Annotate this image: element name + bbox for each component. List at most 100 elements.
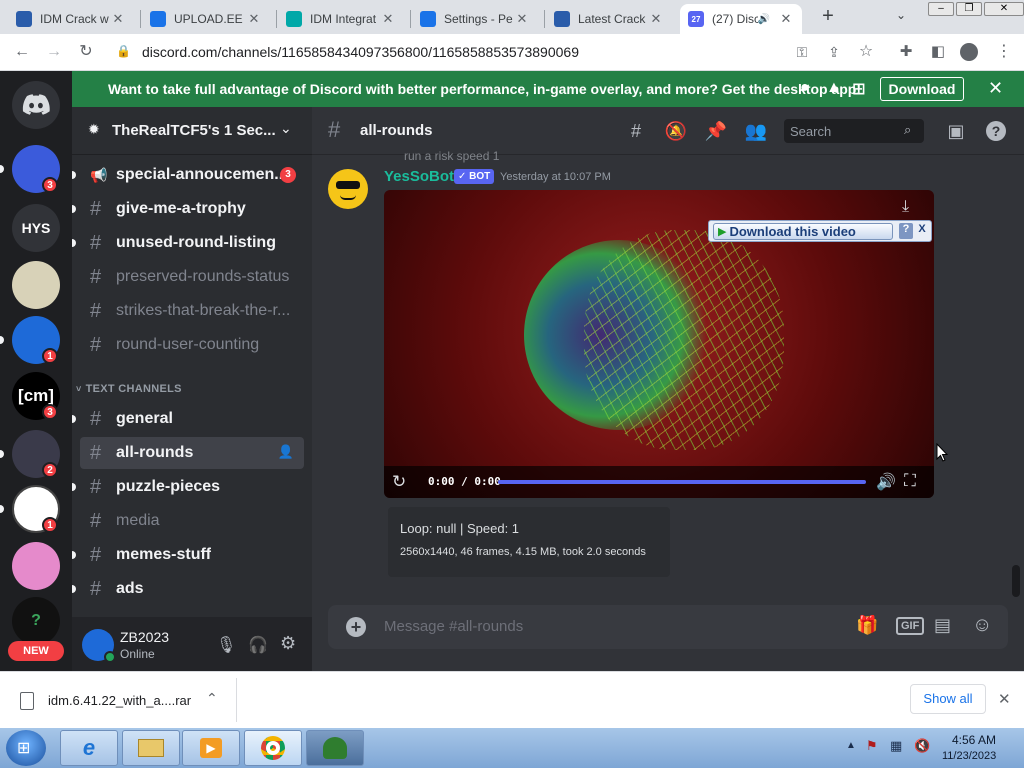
close-downloads-icon[interactable]: ✕ <box>998 690 1011 708</box>
message-composer[interactable]: + Message #all-rounds 🎁 GIF ▤ ☺ <box>328 605 1008 649</box>
video-download-icon[interactable]: ⤓ <box>902 198 909 216</box>
tab-audio-icon[interactable]: 🔊 <box>758 14 770 25</box>
channel-preserved-rounds-status[interactable]: # preserved-rounds-status <box>80 261 304 293</box>
download-app-button[interactable]: Download <box>880 77 964 101</box>
close-tab-icon[interactable]: ✕ <box>514 11 530 27</box>
profile-icon[interactable] <box>960 43 978 61</box>
channel-round-user-counting[interactable]: # round-user-counting <box>80 329 304 361</box>
file-explorer-icon[interactable] <box>122 730 180 766</box>
channel-special-annoucemen[interactable]: 📢 special-annoucemen... 3 <box>80 159 304 191</box>
discord-icon: 27 <box>688 11 704 27</box>
share-icon[interactable]: ⇪ <box>824 42 844 62</box>
channel-general[interactable]: # general <box>80 403 304 435</box>
volume-icon[interactable]: 🔊 <box>876 472 896 492</box>
bot-avatar[interactable] <box>328 169 368 209</box>
video-player[interactable]: ⤓ ▶ Download this video ? X ↻ 0:00 / 0:0… <box>384 190 934 498</box>
channel-memes-stuff[interactable]: # memes-stuff <box>80 539 304 571</box>
close-tab-icon[interactable]: ✕ <box>110 11 126 27</box>
gif-button[interactable]: GIF <box>896 617 925 635</box>
bookmark-star-icon[interactable]: ☆ <box>856 42 876 62</box>
fullscreen-icon[interactable]: ⛶ <box>904 471 916 491</box>
attach-plus-icon[interactable]: + <box>346 617 366 637</box>
category-header[interactable]: ˅ TEXT CHANNELS <box>76 383 182 395</box>
idm-taskbar-icon[interactable] <box>306 730 364 766</box>
threads-icon[interactable]: # <box>624 119 648 143</box>
member-list-icon[interactable]: 👥 <box>744 119 768 143</box>
minimize-button[interactable]: – <box>928 2 954 16</box>
network-icon[interactable]: ▦ <box>890 738 902 754</box>
tab-5[interactable]: Latest Crack ✕ <box>546 4 672 34</box>
close-window-button[interactable]: ✕ <box>984 2 1024 16</box>
server-icon-8[interactable] <box>12 542 60 590</box>
channel-name: unused-round-listing <box>116 234 276 251</box>
idm-close-button[interactable]: X <box>915 223 929 239</box>
server-icon-3[interactable] <box>12 261 60 309</box>
notifications-muted-icon[interactable]: 🔕 <box>664 119 688 143</box>
tray-chevron-icon[interactable]: ▲ <box>846 740 856 751</box>
close-banner-icon[interactable]: ✕ <box>988 78 1003 99</box>
mute-mic-icon[interactable]: 🎙 <box>216 635 236 655</box>
channel-puzzle-pieces[interactable]: # puzzle-pieces <box>80 471 304 503</box>
sticker-icon[interactable]: ▤ <box>934 615 951 636</box>
close-tab-icon[interactable]: ✕ <box>778 11 794 27</box>
start-button[interactable]: ⊞ <box>6 730 46 766</box>
channel-media[interactable]: # media <box>80 505 304 537</box>
reply-preview[interactable]: run a risk speed 1 <box>404 149 499 163</box>
show-all-button[interactable]: Show all <box>910 684 986 714</box>
tab-3[interactable]: IDM Integrat ✕ <box>278 4 404 34</box>
close-tab-icon[interactable]: ✕ <box>648 11 664 27</box>
channel-all-rounds[interactable]: # all-rounds 👤 <box>80 437 304 469</box>
side-panel-icon[interactable]: ◧ <box>928 42 948 62</box>
new-tab-button[interactable]: + <box>818 6 838 26</box>
help-icon[interactable]: ? <box>986 121 1006 141</box>
inbox-icon[interactable]: ▣ <box>944 119 968 143</box>
back-icon[interactable]: ← <box>12 42 32 62</box>
channel-strikes-that-break-the-r[interactable]: # strikes-that-break-the-r... <box>80 295 304 327</box>
volume-muted-icon[interactable]: 🔇 <box>914 738 930 754</box>
server-icon-2[interactable]: HYS <box>12 204 60 252</box>
key-icon[interactable]: ⚿ <box>792 42 812 62</box>
taskbar: ⊞ e ▶ ▲ ⚑ ▦ 🔇 4:56 AM 11/23/2023 <box>0 728 1024 768</box>
reload-icon[interactable]: ↻ <box>76 42 96 62</box>
tab-1[interactable]: IDM Crack w ✕ <box>8 4 134 34</box>
internet-explorer-icon[interactable]: e <box>60 730 118 766</box>
extensions-icon[interactable]: ✚ <box>896 42 916 62</box>
gift-icon[interactable]: 🎁 <box>856 615 878 636</box>
clock-date[interactable]: 11/23/2023 <box>942 750 996 762</box>
channel-unused-round-listing[interactable]: # unused-round-listing <box>80 227 304 259</box>
create-invite-icon[interactable]: 👤 <box>278 444 294 460</box>
close-tab-icon[interactable]: ✕ <box>246 11 262 27</box>
download-options-chevron-icon[interactable]: ⌃ <box>206 690 218 707</box>
tab-6[interactable]: 27 (27) Disc 🔊 ✕ <box>680 4 802 34</box>
menu-icon[interactable]: ⋮ <box>994 42 1014 62</box>
video-progress-bar[interactable] <box>498 480 866 484</box>
tab-search-icon[interactable]: ⌄ <box>896 8 906 22</box>
channel-ads[interactable]: # ads <box>80 573 304 605</box>
chat-scrollbar[interactable] <box>1012 565 1020 597</box>
maximize-button[interactable]: ❐ <box>956 2 982 16</box>
idm-download-button[interactable]: ▶ Download this video <box>713 223 893 240</box>
forward-icon[interactable]: → <box>44 42 64 62</box>
media-player-icon[interactable]: ▶ <box>182 730 240 766</box>
discord-home-icon[interactable] <box>12 81 60 129</box>
tab-4[interactable]: Settings - Pe ✕ <box>412 4 538 34</box>
new-badge[interactable]: NEW <box>8 641 64 661</box>
clock-time[interactable]: 4:56 AM <box>952 733 996 747</box>
tab-2[interactable]: UPLOAD.EE - ✕ <box>142 4 270 34</box>
tray-flag-icon[interactable]: ⚑ <box>866 738 878 754</box>
download-filename[interactable]: idm.6.41.22_with_a....rar <box>48 693 191 708</box>
user-settings-gear-icon[interactable]: ⚙ <box>280 633 296 654</box>
pinned-messages-icon[interactable]: 📌 <box>704 119 728 143</box>
replay-icon[interactable]: ↻ <box>392 472 406 492</box>
idm-help-button[interactable]: ? <box>899 223 913 239</box>
chrome-icon[interactable] <box>244 730 302 766</box>
search-input[interactable]: Search ⌕ <box>784 119 924 143</box>
channel-give-me-a-trophy[interactable]: # give-me-a-trophy <box>80 193 304 225</box>
emoji-icon[interactable]: ☺ <box>972 614 992 637</box>
close-tab-icon[interactable]: ✕ <box>380 11 396 27</box>
address-bar[interactable]: 🔒 discord.com/channels/11658584340973568… <box>106 40 892 64</box>
headphones-icon[interactable]: 🎧 <box>248 635 268 655</box>
server-header[interactable]: ✹ TheRealTCF5's 1 Sec... ⌄ <box>72 107 312 155</box>
server-icon-9[interactable]: ? <box>12 597 60 645</box>
message-author[interactable]: YesSoBot <box>384 168 454 185</box>
